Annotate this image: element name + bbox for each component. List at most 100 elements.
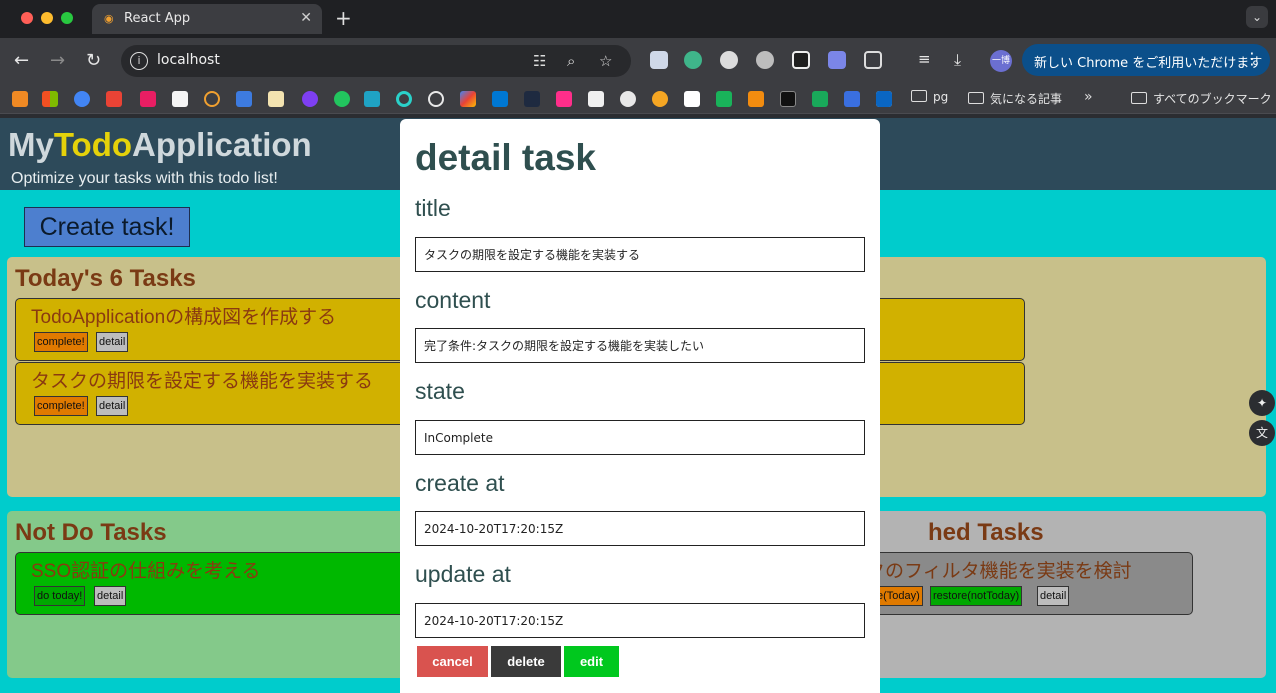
back-icon[interactable]: ←	[14, 50, 29, 71]
bookmark-amazon-icon[interactable]	[172, 91, 188, 107]
bookmarks-more-icon[interactable]: »	[1084, 89, 1093, 105]
reload-icon[interactable]: ↻	[86, 50, 101, 71]
create-task-button[interactable]: Create task!	[24, 207, 190, 247]
tab-search-icon[interactable]: ⌄	[1246, 6, 1268, 28]
bookmark-icon[interactable]	[716, 91, 732, 107]
site-info-icon[interactable]: i	[130, 52, 148, 70]
chrome-update-button[interactable]: 新しい Chrome をご利用いただけます ⋮	[1022, 44, 1270, 76]
panel-title: hed Tasks	[928, 519, 1044, 546]
bookmark-icon[interactable]	[460, 91, 476, 107]
bookmark-linkedin-icon[interactable]	[876, 91, 892, 107]
bookmark-icon[interactable]	[204, 91, 220, 107]
bookmark-drive-icon[interactable]	[74, 91, 90, 107]
bookmark-icon[interactable]	[140, 91, 156, 107]
bookmark-icon[interactable]	[652, 91, 668, 107]
title-label: title	[415, 195, 451, 221]
bookmark-github-icon[interactable]	[620, 91, 636, 107]
address-bar[interactable]: i localhost ☷ ⌕ ☆	[121, 45, 631, 77]
bookmark-folder-label: すべてのブックマーク	[1153, 92, 1272, 106]
translate-side-icon[interactable]: 文	[1249, 420, 1275, 446]
window-minimize-button[interactable]	[41, 12, 53, 24]
bookmark-openai-icon[interactable]	[428, 91, 444, 107]
bookmark-icon[interactable]	[684, 91, 700, 107]
cancel-button[interactable]: cancel	[417, 646, 488, 677]
tab-close-icon[interactable]: ✕	[300, 10, 312, 26]
download-icon[interactable]: ⤓	[954, 50, 961, 70]
bookmark-folder-label: pg	[933, 90, 949, 104]
folder-icon	[968, 92, 984, 104]
logo-suffix: Application	[132, 126, 312, 163]
edit-button[interactable]: edit	[564, 646, 619, 677]
title-field[interactable]	[415, 237, 865, 272]
state-label: state	[415, 378, 465, 404]
app-subtitle: Optimize your tasks with this todo list!	[11, 170, 278, 187]
task-title: SSO認証の仕組みを考える	[31, 561, 261, 582]
all-bookmarks-folder[interactable]: すべてのブックマーク	[1131, 90, 1272, 107]
bookmark-icon[interactable]	[748, 91, 764, 107]
bookmark-icon[interactable]	[396, 91, 412, 107]
browser-toolbar: ← → ↻ i localhost ☷ ⌕ ☆ ≡ ⤓ 一博 新しい Chrom…	[0, 38, 1276, 84]
logo-prefix: My	[8, 126, 54, 163]
bookmark-icon[interactable]	[12, 91, 28, 107]
tab-title: React App	[124, 11, 191, 26]
bookmark-icon[interactable]	[268, 91, 284, 107]
zoom-icon[interactable]: ⌕	[567, 52, 575, 70]
bookmark-folder-articles[interactable]: 気になる記事	[968, 90, 1062, 107]
bookmark-hatena-icon[interactable]	[492, 91, 508, 107]
extension-icon[interactable]	[756, 51, 774, 69]
bookmark-icon[interactable]	[524, 91, 540, 107]
bookmark-icon[interactable]	[844, 91, 860, 107]
detail-button[interactable]: detail	[1037, 586, 1070, 606]
react-favicon-icon: ◉	[104, 12, 114, 25]
bookmark-gmail-icon[interactable]	[106, 91, 122, 107]
bookmark-folder-pg[interactable]: pg	[911, 90, 948, 104]
forward-icon[interactable]: →	[50, 50, 65, 71]
menu-kebab-icon[interactable]: ⋮	[1244, 49, 1260, 68]
extension-icon[interactable]	[828, 51, 846, 69]
detail-button[interactable]: detail	[96, 332, 129, 352]
reading-list-icon[interactable]: ≡	[918, 50, 931, 68]
profile-avatar[interactable]: 一博	[990, 50, 1012, 72]
detail-button[interactable]: detail	[96, 396, 129, 416]
extension-icon[interactable]	[650, 51, 668, 69]
bookmark-icon[interactable]	[236, 91, 252, 107]
bookmark-icon[interactable]	[364, 91, 380, 107]
bookmark-icon[interactable]	[812, 91, 828, 107]
bookmark-icon[interactable]	[302, 91, 318, 107]
window-zoom-button[interactable]	[61, 12, 73, 24]
do-today-button[interactable]: do today!	[34, 586, 86, 606]
extension-icon[interactable]	[720, 51, 738, 69]
logo-highlight: Todo	[53, 126, 133, 163]
content-field[interactable]	[415, 328, 865, 363]
bookmark-microsoft-icon[interactable]	[42, 91, 58, 107]
bookmark-icon[interactable]	[556, 91, 572, 107]
browser-tab[interactable]: ◉ React App ✕	[92, 4, 322, 34]
bookmark-icon[interactable]	[334, 91, 350, 107]
window-close-button[interactable]	[21, 12, 33, 24]
chrome-update-label: 新しい Chrome をご利用いただけます	[1034, 56, 1263, 71]
translate-icon[interactable]: ☷	[533, 52, 546, 70]
update-at-field[interactable]	[415, 603, 865, 638]
app-logo: MyTodoApplication	[8, 126, 312, 164]
task-title: クのフィルタ機能を実装を検討	[866, 561, 1132, 582]
gemini-sparkle-icon[interactable]: ✦	[1249, 390, 1275, 416]
panel-title: Today's 6 Tasks	[15, 265, 196, 292]
bookmark-star-icon[interactable]: ☆	[599, 52, 612, 70]
new-tab-icon[interactable]: +	[335, 6, 352, 30]
complete-button[interactable]: complete!	[34, 332, 88, 352]
detail-button[interactable]: detail	[94, 586, 127, 606]
extension-icon[interactable]	[792, 51, 810, 69]
url-text[interactable]: localhost	[157, 52, 220, 68]
complete-button[interactable]: complete!	[34, 396, 88, 416]
bookmarks-bar: pg 気になる記事 » すべてのブックマーク	[0, 84, 1276, 114]
state-field[interactable]	[415, 420, 865, 455]
create-at-field[interactable]	[415, 511, 865, 546]
task-title: TodoApplicationの構成図を作成する	[31, 307, 337, 328]
bookmark-icon[interactable]	[588, 91, 604, 107]
restore-today-button[interactable]: e(Today)	[874, 586, 923, 606]
delete-button[interactable]: delete	[491, 646, 561, 677]
restore-not-today-button[interactable]: restore(notToday)	[930, 586, 1023, 606]
extension-sync-icon[interactable]	[684, 51, 702, 69]
extensions-puzzle-icon[interactable]	[864, 51, 882, 69]
bookmark-icon[interactable]	[780, 91, 796, 107]
